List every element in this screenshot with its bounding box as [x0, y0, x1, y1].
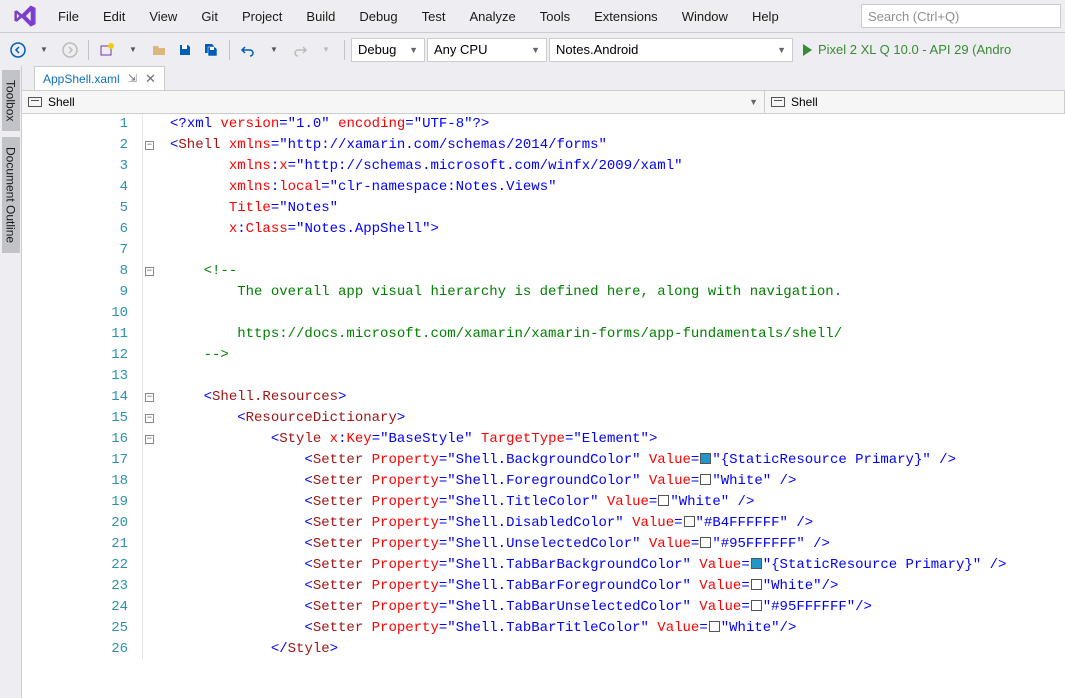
- code-line[interactable]: 19 <Setter Property="Shell.TitleColor" V…: [22, 492, 1065, 513]
- chevron-down-icon[interactable]: ▼: [121, 38, 145, 62]
- nav-member-dropdown[interactable]: Shell: [765, 91, 1065, 113]
- code-line[interactable]: 14− <Shell.Resources>: [22, 387, 1065, 408]
- code-line[interactable]: 5 Title="Notes": [22, 198, 1065, 219]
- code-line[interactable]: 6 x:Class="Notes.AppShell">: [22, 219, 1065, 240]
- code-line[interactable]: 25 <Setter Property="Shell.TabBarTitleCo…: [22, 618, 1065, 639]
- color-swatch-icon: [658, 495, 669, 506]
- nav-back-button[interactable]: [6, 38, 30, 62]
- fold-icon[interactable]: −: [145, 141, 154, 150]
- fold-icon[interactable]: −: [145, 267, 154, 276]
- pin-icon[interactable]: ⇲: [128, 72, 137, 85]
- chevron-down-icon[interactable]: ▼: [32, 38, 56, 62]
- color-swatch-icon: [751, 600, 762, 611]
- undo-button[interactable]: [236, 38, 260, 62]
- code-line[interactable]: 3 xmlns:x="http://schemas.microsoft.com/…: [22, 156, 1065, 177]
- code-line[interactable]: 20 <Setter Property="Shell.DisabledColor…: [22, 513, 1065, 534]
- menu-help[interactable]: Help: [740, 3, 791, 30]
- color-swatch-icon: [684, 516, 695, 527]
- start-debug-button[interactable]: Pixel 2 XL Q 10.0 - API 29 (Andro: [795, 38, 1019, 62]
- fold-icon[interactable]: −: [145, 414, 154, 423]
- code-line[interactable]: 11 https://docs.microsoft.com/xamarin/xa…: [22, 324, 1065, 345]
- code-line[interactable]: 18 <Setter Property="Shell.ForegroundCol…: [22, 471, 1065, 492]
- code-line[interactable]: 21 <Setter Property="Shell.UnselectedCol…: [22, 534, 1065, 555]
- chevron-down-icon[interactable]: ▼: [314, 38, 338, 62]
- color-swatch-icon: [709, 621, 720, 632]
- menu-test[interactable]: Test: [410, 3, 458, 30]
- color-swatch-icon: [751, 579, 762, 590]
- search-input[interactable]: Search (Ctrl+Q): [861, 4, 1061, 28]
- code-line[interactable]: 12 -->: [22, 345, 1065, 366]
- navigation-bar: Shell ▼ Shell: [22, 90, 1065, 114]
- startup-project-dropdown[interactable]: Notes.Android▼: [549, 38, 793, 62]
- toolbox-tab[interactable]: Toolbox: [2, 70, 20, 131]
- visual-studio-icon: [4, 3, 46, 29]
- new-project-button[interactable]: [95, 38, 119, 62]
- editor-tab-row: AppShell.xaml ⇲ ✕: [22, 66, 1065, 90]
- side-tab-strip: Toolbox Document Outline: [0, 66, 22, 698]
- fold-icon[interactable]: −: [145, 393, 154, 402]
- menu-build[interactable]: Build: [294, 3, 347, 30]
- menu-edit[interactable]: Edit: [91, 3, 137, 30]
- code-line[interactable]: 1<?xml version="1.0" encoding="UTF-8"?>: [22, 114, 1065, 135]
- file-tab-appshell[interactable]: AppShell.xaml ⇲ ✕: [34, 66, 165, 90]
- color-swatch-icon: [751, 558, 762, 569]
- save-all-button[interactable]: [199, 38, 223, 62]
- menu-tools[interactable]: Tools: [528, 3, 582, 30]
- code-line[interactable]: 26 </Style>: [22, 639, 1065, 660]
- redo-button[interactable]: [288, 38, 312, 62]
- code-line[interactable]: 13: [22, 366, 1065, 387]
- document-outline-tab[interactable]: Document Outline: [2, 137, 20, 253]
- config-dropdown[interactable]: Debug▼: [351, 38, 425, 62]
- code-line[interactable]: 9 The overall app visual hierarchy is de…: [22, 282, 1065, 303]
- save-button[interactable]: [173, 38, 197, 62]
- menu-extensions[interactable]: Extensions: [582, 3, 670, 30]
- code-line[interactable]: 7: [22, 240, 1065, 261]
- code-line[interactable]: 8− <!--: [22, 261, 1065, 282]
- code-line[interactable]: 15− <ResourceDictionary>: [22, 408, 1065, 429]
- menu-git[interactable]: Git: [189, 3, 230, 30]
- color-swatch-icon: [700, 453, 711, 464]
- color-swatch-icon: [700, 537, 711, 548]
- code-line[interactable]: 2−<Shell xmlns="http://xamarin.com/schem…: [22, 135, 1065, 156]
- chevron-down-icon[interactable]: ▼: [262, 38, 286, 62]
- menu-window[interactable]: Window: [670, 3, 740, 30]
- menu-file[interactable]: File: [46, 3, 91, 30]
- close-icon[interactable]: ✕: [145, 71, 156, 87]
- code-line[interactable]: 23 <Setter Property="Shell.TabBarForegro…: [22, 576, 1065, 597]
- menu-debug[interactable]: Debug: [347, 3, 409, 30]
- platform-dropdown[interactable]: Any CPU▼: [427, 38, 547, 62]
- nav-scope-dropdown[interactable]: Shell ▼: [22, 91, 765, 113]
- code-editor[interactable]: 1<?xml version="1.0" encoding="UTF-8"?>2…: [22, 114, 1065, 698]
- code-line[interactable]: 16− <Style x:Key="BaseStyle" TargetType=…: [22, 429, 1065, 450]
- menu-bar: FileEditViewGitProjectBuildDebugTestAnal…: [0, 0, 1065, 32]
- toolbar: ▼ ▼ ▼ ▼ Debug▼ Any CPU▼ Notes.Android▼ P…: [0, 32, 1065, 66]
- nav-forward-button[interactable]: [58, 38, 82, 62]
- menu-analyze[interactable]: Analyze: [457, 3, 527, 30]
- fold-icon[interactable]: −: [145, 435, 154, 444]
- code-line[interactable]: 24 <Setter Property="Shell.TabBarUnselec…: [22, 597, 1065, 618]
- open-file-button[interactable]: [147, 38, 171, 62]
- element-icon: [771, 97, 785, 107]
- menu-project[interactable]: Project: [230, 3, 294, 30]
- code-line[interactable]: 17 <Setter Property="Shell.BackgroundCol…: [22, 450, 1065, 471]
- menu-view[interactable]: View: [137, 3, 189, 30]
- code-line[interactable]: 10: [22, 303, 1065, 324]
- color-swatch-icon: [700, 474, 711, 485]
- code-line[interactable]: 22 <Setter Property="Shell.TabBarBackgro…: [22, 555, 1065, 576]
- element-icon: [28, 97, 42, 107]
- code-line[interactable]: 4 xmlns:local="clr-namespace:Notes.Views…: [22, 177, 1065, 198]
